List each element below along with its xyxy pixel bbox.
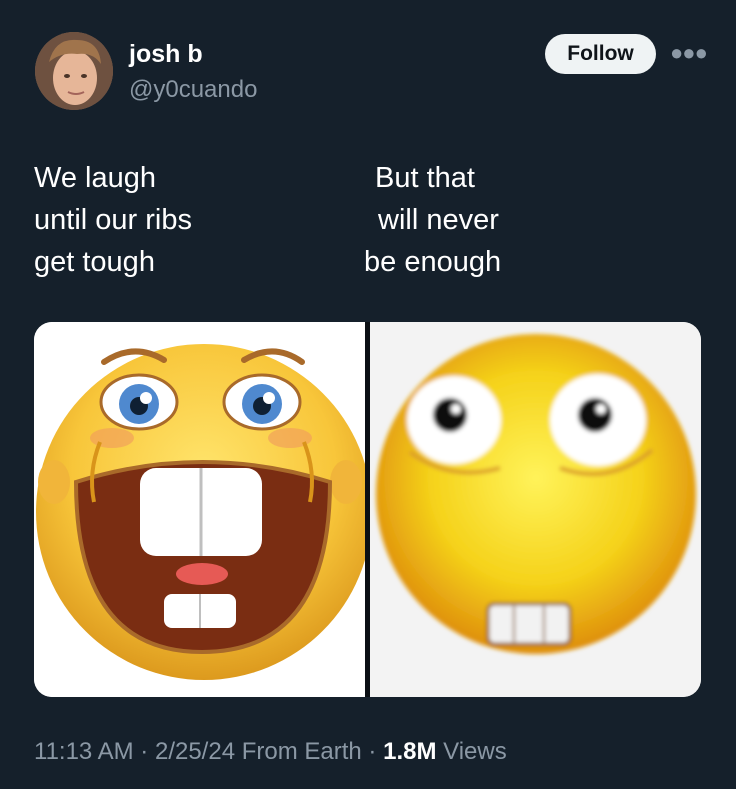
right-caption: But that will never be enough <box>364 157 501 283</box>
right-caption-line: But that <box>375 162 475 194</box>
author-display-name[interactable]: josh b <box>129 40 203 69</box>
avatar-photo <box>35 32 113 110</box>
right-caption-line: will never <box>378 204 499 236</box>
meta-separator: · <box>140 738 149 765</box>
meta-separator: · <box>368 738 377 765</box>
left-caption-line: get tough <box>34 246 155 278</box>
laughing-emoji-graphic <box>36 344 365 680</box>
wide-eyed-emoji-image[interactable] <box>370 322 701 697</box>
tweet-source: From Earth <box>241 738 362 765</box>
views-label[interactable]: Views <box>443 738 507 765</box>
laughing-emoji-image[interactable] <box>34 322 365 697</box>
left-caption: We laugh until our ribs get tough <box>34 157 192 283</box>
wide-eyed-emoji-graphic <box>376 334 696 654</box>
author-avatar[interactable] <box>35 32 113 110</box>
more-options-icon[interactable]: ●●● <box>670 40 708 66</box>
author-handle[interactable]: @y0cuando <box>129 76 257 104</box>
follow-button[interactable]: Follow <box>545 34 656 74</box>
tweet-time[interactable]: 11:13 AM <box>34 738 134 765</box>
tweet-media[interactable] <box>34 322 701 697</box>
views-count[interactable]: 1.8M <box>383 738 436 765</box>
left-caption-line: until our ribs <box>34 204 192 236</box>
tweet-date[interactable]: 2/25/24 <box>155 738 235 765</box>
tweet-meta: 11:13 AM · 2/25/24 From Earth · 1.8M Vie… <box>34 738 507 766</box>
right-caption-line: be enough <box>364 246 502 278</box>
left-caption-line: We laugh <box>34 162 156 194</box>
